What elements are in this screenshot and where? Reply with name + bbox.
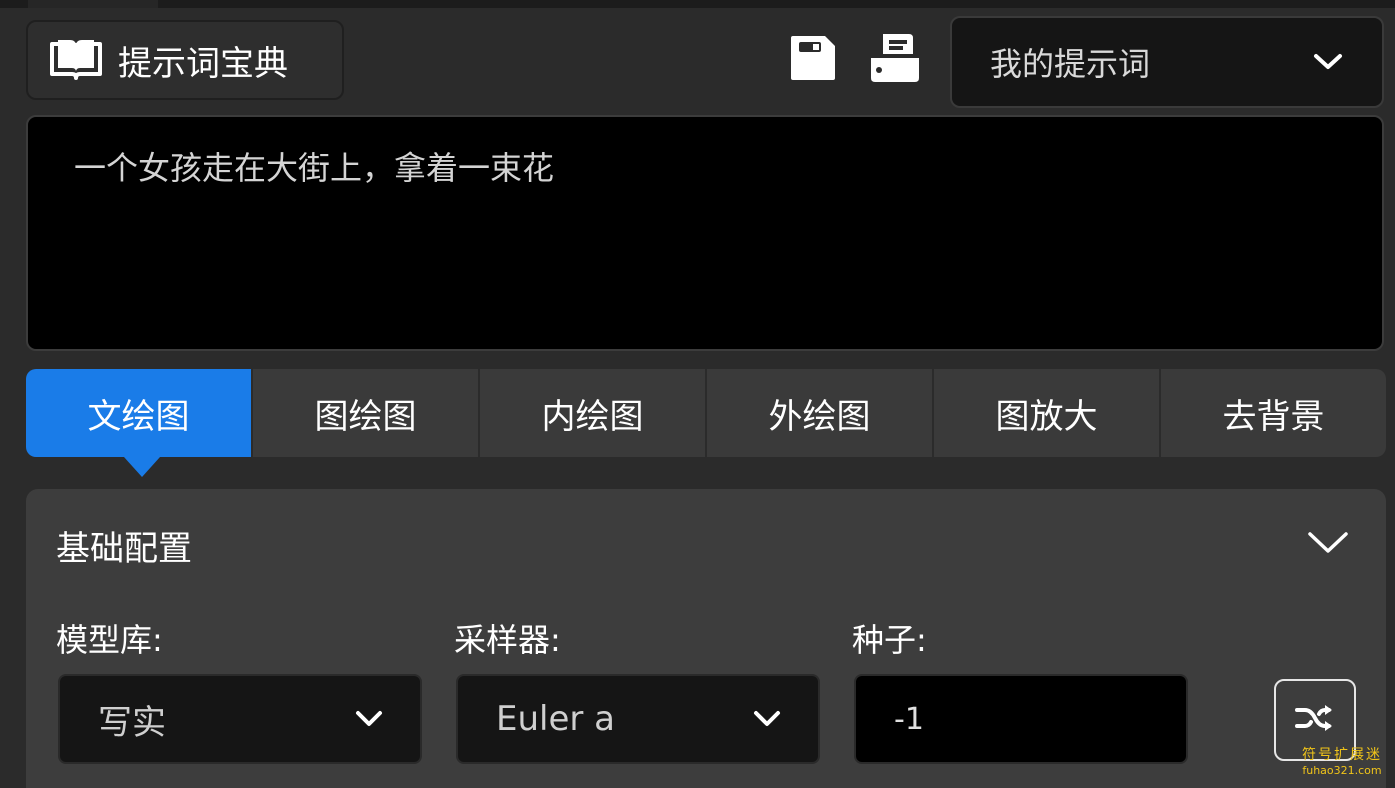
load-prompt-button[interactable] (869, 34, 921, 86)
my-prompts-select[interactable]: 我的提示词 (950, 16, 1384, 108)
seed-label: 种子: (852, 621, 927, 659)
save-prompt-button[interactable] (786, 34, 838, 86)
floppy-save-icon (787, 34, 837, 86)
book-icon (48, 38, 104, 82)
model-select[interactable]: 写实 (58, 674, 422, 764)
basic-config-panel: 基础配置 模型库: 采样器: 种子: 写实 Euler a -1 (26, 489, 1386, 788)
prompt-textarea[interactable]: 一个女孩走在大街上，拿着一束花 (26, 115, 1384, 351)
seed-input[interactable]: -1 (854, 674, 1188, 764)
tab-remove-background[interactable]: 去背景 (1159, 369, 1386, 457)
sampler-value: Euler a (496, 699, 616, 739)
top-strip (0, 0, 1395, 8)
config-collapse-toggle[interactable] (1306, 529, 1350, 561)
app-page: 提示词宝典 我的提示词 一个女孩走在大街上，拿着一束花 文绘图 图绘图 内绘图 … (0, 0, 1395, 788)
prompt-text: 一个女孩走在大街上，拿着一束花 (74, 149, 555, 187)
tab-text-to-image[interactable]: 文绘图 (26, 369, 251, 477)
model-label: 模型库: (56, 621, 163, 659)
my-prompts-value: 我的提示词 (990, 45, 1151, 83)
prompt-dictionary-button[interactable]: 提示词宝典 (26, 20, 344, 100)
shuffle-icon (1295, 702, 1335, 738)
top-tab-stub[interactable] (28, 0, 158, 8)
chevron-down-icon (752, 709, 788, 729)
tab-outpaint[interactable]: 外绘图 (705, 369, 932, 457)
site-watermark: 符号扩展迷 fuhao321.com (1296, 748, 1388, 776)
watermark-en: fuhao321.com (1302, 764, 1382, 777)
chevron-down-icon (354, 709, 390, 729)
prompt-dictionary-label: 提示词宝典 (118, 43, 288, 84)
config-title: 基础配置 (56, 529, 192, 569)
watermark-cn: 符号扩展迷 (1302, 747, 1382, 763)
tab-inpaint[interactable]: 内绘图 (478, 369, 705, 457)
chevron-down-icon (1312, 52, 1352, 72)
sampler-select[interactable]: Euler a (456, 674, 820, 764)
tab-upscale[interactable]: 图放大 (932, 369, 1159, 457)
seed-value: -1 (894, 701, 924, 737)
chevron-down-icon (1306, 529, 1350, 561)
mode-tabs: 文绘图 图绘图 内绘图 外绘图 图放大 去背景 (26, 369, 1386, 477)
model-value: 写实 (98, 702, 166, 743)
tab-image-to-image[interactable]: 图绘图 (251, 369, 478, 457)
sampler-label: 采样器: (454, 621, 561, 659)
load-prompt-icon (869, 32, 921, 88)
